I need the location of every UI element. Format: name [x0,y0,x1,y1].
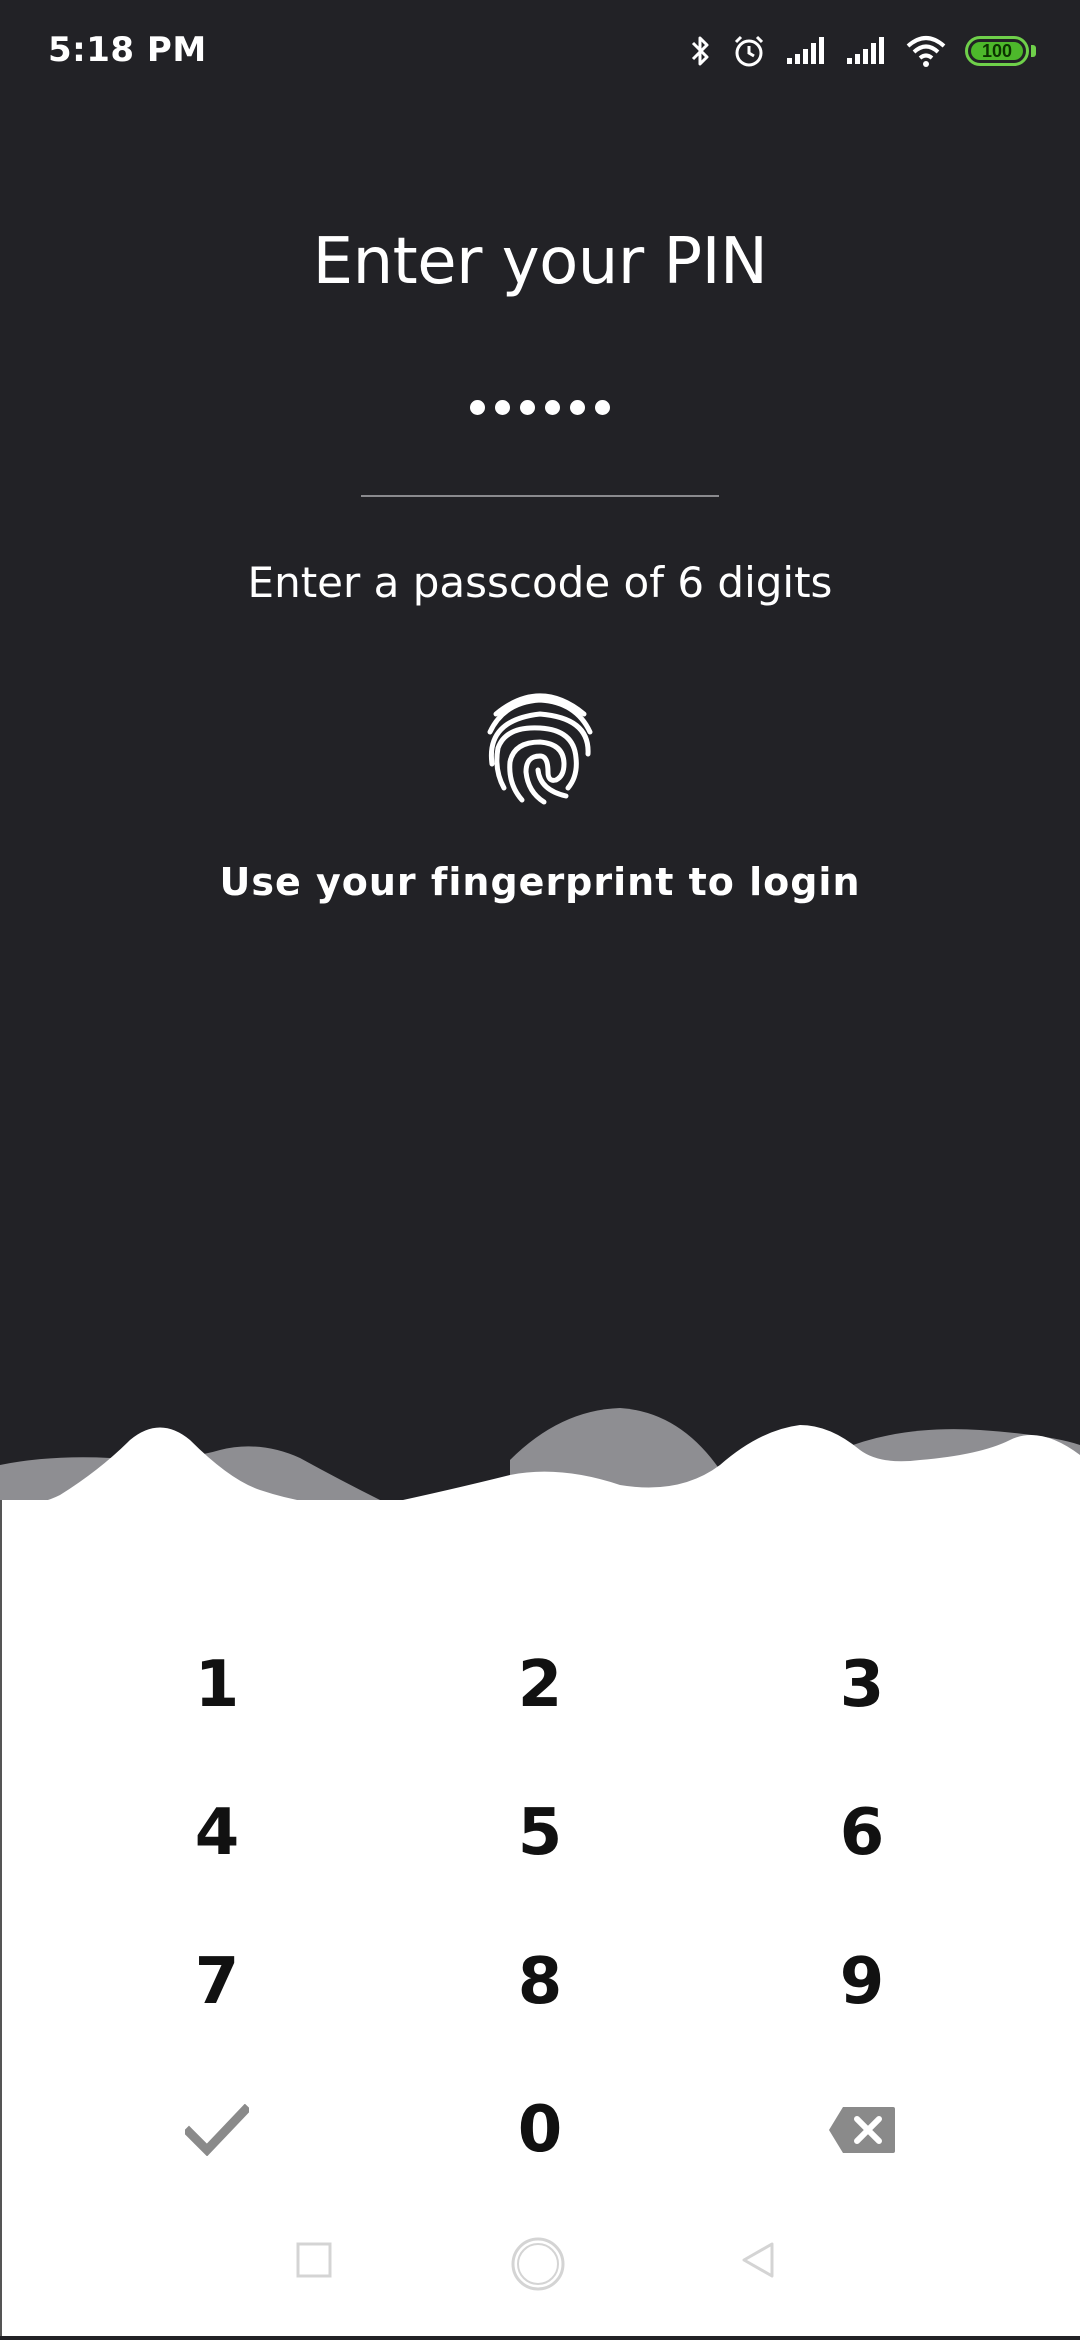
key-6[interactable]: 6 [762,1773,962,1893]
key-0[interactable]: 0 [440,2070,640,2190]
fingerprint-label: Use your fingerprint to login [219,860,861,904]
key-3[interactable]: 3 [762,1625,962,1745]
key-7[interactable]: 7 [117,1922,317,2042]
key-8[interactable]: 8 [440,1922,640,2042]
wifi-icon [906,36,946,67]
bottom-edge [0,2336,1080,2340]
page-title: Enter your PIN [312,225,768,299]
key-4[interactable]: 4 [117,1773,317,1893]
keypad-edge [0,1500,2,2340]
backspace-icon [829,2107,895,2153]
key-5[interactable]: 5 [440,1773,640,1893]
key-9[interactable]: 9 [762,1922,962,2042]
fingerprint-icon[interactable] [482,684,598,808]
confirm-button[interactable] [117,2070,317,2190]
status-icons: 100 [689,28,1036,74]
battery-icon: 100 [965,36,1029,66]
recent-apps-icon[interactable] [296,2242,332,2278]
status-bar: 5:18 PM 100 [0,0,1080,100]
home-icon[interactable] [510,2236,566,2292]
checkmark-icon [185,2104,249,2156]
pin-dot [495,400,510,415]
signal-icon [847,37,884,64]
delete-button[interactable] [762,2070,962,2190]
signal-icon [787,37,824,64]
status-time: 5:18 PM [48,30,207,70]
pin-dot [570,400,585,415]
pin-dot [595,400,610,415]
battery-tip [1031,45,1036,57]
back-icon[interactable] [740,2242,776,2278]
pin-dots [0,400,1080,415]
pin-dot [470,400,485,415]
bluetooth-icon [691,36,709,66]
key-1[interactable]: 1 [117,1625,317,1745]
alarm-icon [734,35,764,67]
pin-dot [520,400,535,415]
navigation-bar [0,2230,1080,2330]
battery-level: 100 [981,40,1013,61]
pin-underline [361,495,719,497]
pin-dot [545,400,560,415]
passcode-hint: Enter a passcode of 6 digits [247,558,833,607]
key-2[interactable]: 2 [440,1625,640,1745]
